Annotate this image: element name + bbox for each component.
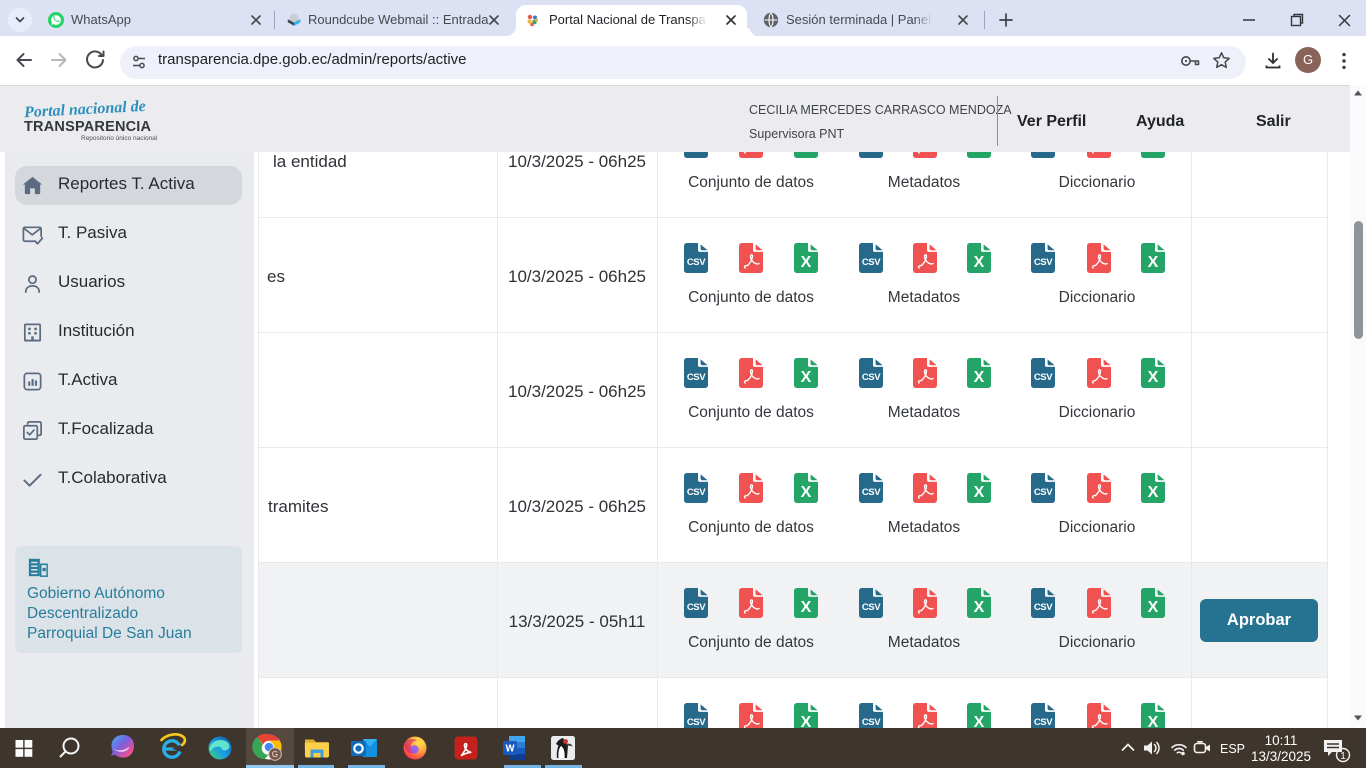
svg-text:1: 1 xyxy=(1340,750,1346,762)
svg-text:G: G xyxy=(272,750,278,759)
